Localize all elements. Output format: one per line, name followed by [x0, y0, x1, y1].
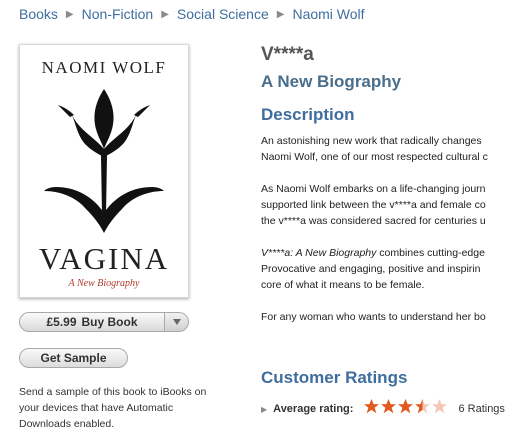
average-rating-label: Average rating: [273, 403, 354, 415]
buy-book-button[interactable]: £5.99 Buy Book [19, 312, 165, 332]
price-label: £5.99 [46, 315, 77, 329]
breadcrumb-non-fiction[interactable]: Non-Fiction [82, 6, 154, 22]
buy-label: Buy Book [81, 315, 138, 329]
buy-options-dropdown[interactable] [165, 312, 189, 332]
breadcrumb-separator-icon: ▶ [161, 8, 169, 20]
description-line: Naomi Wolf, one of our most respected cu… [261, 151, 488, 163]
description-line: core of what it means to be female. [261, 279, 425, 291]
cover-subtitle: A New Biography [68, 278, 140, 289]
description-heading: Description [261, 105, 355, 124]
description-rest: combines cutting-edge [376, 247, 485, 259]
customer-ratings-heading: Customer Ratings [261, 368, 408, 387]
sample-note-line: Downloads enabled. [19, 418, 115, 430]
sample-note-line: your devices that have Automatic [19, 402, 174, 414]
description-italic: V****a: A New Biography [261, 247, 377, 259]
disclosure-triangle-icon: ▶ [261, 404, 268, 414]
breadcrumb: Books ▶ Non-Fiction ▶ Social Science ▶ N… [19, 6, 365, 22]
description-line: the v****a was considered sacred for cen… [261, 215, 486, 227]
get-sample-button[interactable]: Get Sample [19, 348, 128, 368]
description-line: As Naomi Wolf embarks on a life-changing… [261, 183, 486, 195]
rating-stars [363, 398, 448, 420]
description-line: V****a: A New Biography combines cutting… [261, 245, 520, 261]
sample-note: Send a sample of this book to iBooks on … [19, 384, 229, 432]
breadcrumb-author[interactable]: Naomi Wolf [292, 6, 364, 22]
star-icon [381, 399, 397, 414]
book-subtitle: A New Biography [261, 72, 402, 91]
chevron-down-icon [172, 319, 181, 325]
breadcrumb-books[interactable]: Books [19, 6, 58, 22]
description-line: Provocative and engaging, positive and i… [261, 263, 481, 275]
description-body: An astonishing new work that radically c… [261, 133, 520, 325]
description-line: supported link between the v****a and fe… [261, 199, 486, 211]
description-line: An astonishing new work that radically c… [261, 135, 482, 147]
breadcrumb-separator-icon: ▶ [276, 8, 285, 20]
book-title: V****a [261, 44, 314, 65]
cover-author: NAOMI WOLF [42, 58, 167, 77]
sample-note-line: Send a sample of this book to iBooks on [19, 386, 207, 398]
star-icon [398, 399, 414, 414]
star-icon [415, 399, 431, 414]
average-rating-row[interactable]: ▶ Average rating: 6 Ratings [261, 398, 505, 420]
description-line: For any woman who wants to understand he… [261, 311, 486, 323]
cover-title: VAGINA [39, 241, 169, 276]
breadcrumb-separator-icon: ▶ [65, 8, 74, 20]
buy-book-group: £5.99 Buy Book [19, 312, 189, 332]
ratings-count: 6 Ratings [458, 403, 505, 415]
star-icon [364, 399, 380, 414]
star-icon [432, 399, 448, 414]
breadcrumb-social-science[interactable]: Social Science [177, 6, 269, 22]
book-cover[interactable]: NAOMI WOLF VAGINA A New Biography [19, 44, 189, 298]
